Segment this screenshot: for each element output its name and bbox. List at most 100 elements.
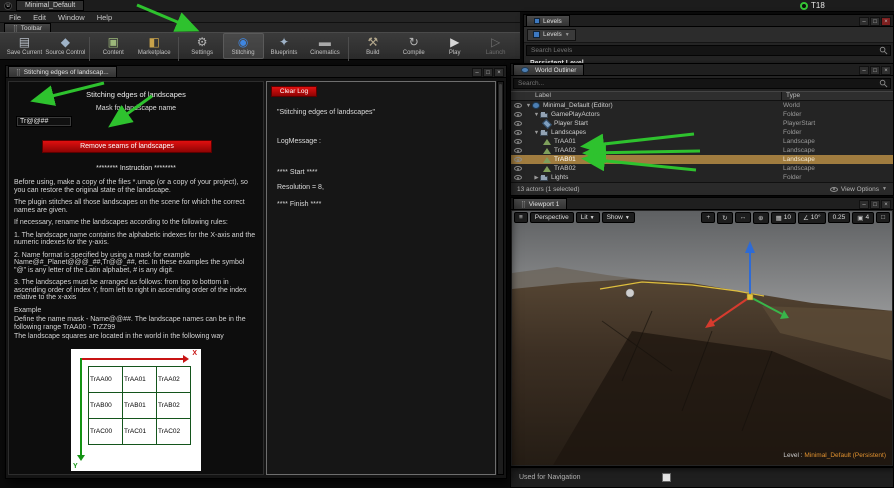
outliner-row-landscape[interactable]: TrAA01Landscape — [511, 137, 893, 146]
maximize-button[interactable]: □ — [870, 200, 880, 209]
minimize-button[interactable]: – — [859, 66, 869, 75]
outliner-row-folder[interactable]: ▶ LightsFolder — [511, 173, 893, 182]
outliner-row-landscape[interactable]: TrAB02Landscape — [511, 164, 893, 173]
levels-dropdown-button[interactable]: Levels ▼ — [527, 29, 576, 41]
expander-arrow-icon[interactable]: ▶ — [533, 175, 540, 181]
expander-arrow-icon[interactable]: ▼ — [533, 130, 540, 136]
grid-snap-button[interactable]: ▦10 — [771, 212, 796, 224]
translate-tool-button[interactable]: + — [701, 212, 715, 223]
clear-log-button[interactable]: Clear Log — [271, 86, 317, 97]
instruction-header: ******** Instruction ******** — [14, 165, 258, 172]
viewport-options-button[interactable]: ≡ — [514, 212, 528, 223]
outliner-header[interactable]: World Outliner – □ × — [511, 64, 893, 76]
outliner-row-folder[interactable]: ▼ LandscapesFolder — [511, 128, 893, 137]
window-titlebar[interactable]: u Minimal_Default — [0, 0, 894, 12]
maximize-button[interactable]: □ — [483, 68, 493, 77]
build-button[interactable]: ⚒Build — [352, 33, 393, 59]
visibility-eye-icon[interactable] — [514, 157, 522, 162]
marketplace-button[interactable]: ◧Marketplace — [134, 33, 175, 59]
used-for-navigation-checkbox[interactable] — [662, 473, 671, 482]
grip-icon: ⣿ — [521, 200, 526, 208]
grid-snap-value: 10 — [784, 214, 791, 221]
expander-arrow-icon[interactable]: ▼ — [525, 103, 532, 109]
visibility-eye-icon[interactable] — [514, 139, 522, 144]
outliner-column-headers[interactable]: Label Type — [511, 91, 893, 101]
outliner-tab[interactable]: World Outliner — [513, 64, 584, 75]
world-space-button[interactable]: ⊕ — [753, 212, 768, 224]
perspective-button[interactable]: Perspective — [530, 212, 574, 223]
scrollbar[interactable] — [497, 81, 504, 475]
maximize-button[interactable]: □ — [870, 17, 880, 26]
cinematics-button[interactable]: ▬Cinematics — [304, 33, 345, 59]
lit-button[interactable]: Lit▼ — [576, 212, 600, 223]
row-label: Minimal_Default (Editor) — [543, 102, 613, 109]
outliner-row-actor[interactable]: Player StartPlayerStart — [511, 119, 893, 128]
stitching-window-header[interactable]: ⣿ Stitching edges of landscap... – □ × — [6, 66, 506, 78]
minimize-button[interactable]: – — [472, 68, 482, 77]
instruction-paragraph: The plugin stitches all those landscapes… — [14, 199, 258, 214]
outliner-row-folder[interactable]: ▼ GamePlayActorsFolder — [511, 110, 893, 119]
remove-seams-button[interactable]: Remove seams of landscapes — [42, 140, 212, 153]
maximize-button[interactable]: □ — [870, 66, 880, 75]
stitching-window-tab[interactable]: ⣿ Stitching edges of landscap... — [8, 66, 117, 77]
view-options-label: View Options — [841, 186, 879, 193]
label-column-header[interactable]: Label — [511, 92, 781, 100]
menu-window[interactable]: Window — [53, 13, 90, 22]
outliner-row-world[interactable]: ▼ Minimal_Default (Editor)World — [511, 101, 893, 110]
visibility-eye-icon[interactable] — [514, 121, 522, 126]
launch-button[interactable]: ▷Launch — [475, 33, 516, 59]
scale-snap-button[interactable]: 0.25 — [828, 212, 851, 223]
close-button[interactable]: × — [881, 200, 891, 209]
rotate-tool-button[interactable]: ↻ — [717, 212, 732, 224]
angle-snap-button[interactable]: ∠10° — [798, 212, 826, 224]
levels-search-input[interactable] — [527, 47, 879, 54]
expander-arrow-icon[interactable]: ▼ — [533, 112, 540, 118]
minimize-button[interactable]: – — [859, 200, 869, 209]
menu-help[interactable]: Help — [92, 13, 117, 22]
type-column-header[interactable]: Type — [781, 92, 893, 100]
viewport-header[interactable]: ⣿ Viewport 1 – □ × — [511, 198, 893, 210]
eye-icon — [830, 187, 838, 192]
save-current-button[interactable]: ▤Save Current — [4, 33, 45, 59]
close-button[interactable]: × — [881, 66, 891, 75]
levels-panel-header[interactable]: Levels – □ × — [524, 15, 893, 27]
viewport-snap-controls: + ↻ ↔ ⊕ ▦10 ∠10° 0.25 ▣4 □ — [701, 212, 890, 224]
close-button[interactable]: × — [494, 68, 504, 77]
visibility-eye-icon[interactable] — [514, 103, 522, 108]
minimize-button[interactable]: – — [859, 17, 869, 26]
visibility-eye-icon[interactable] — [514, 148, 522, 153]
view-options-button[interactable]: View Options ▼ — [830, 186, 887, 193]
levels-tab[interactable]: Levels — [526, 15, 570, 26]
compile-button[interactable]: ↻Compile — [393, 33, 434, 59]
angle-snap-value: 10° — [811, 214, 821, 221]
menu-file[interactable]: File — [4, 13, 26, 22]
viewport-tab[interactable]: ⣿ Viewport 1 — [513, 198, 567, 209]
settings-button[interactable]: ⚙Settings — [182, 33, 223, 59]
outliner-row-landscape-selected[interactable]: TrAB01Landscape — [511, 155, 893, 164]
source-control-button[interactable]: ◆Source Control — [45, 33, 86, 59]
outliner-row-landscape[interactable]: TrAA02Landscape — [511, 146, 893, 155]
visibility-eye-icon[interactable] — [514, 130, 522, 135]
blueprints-button[interactable]: ✦Blueprints — [264, 33, 305, 59]
levels-icon — [534, 18, 540, 24]
log-line: Resolution = 8, — [277, 184, 491, 191]
close-button[interactable]: × — [881, 17, 891, 26]
show-button[interactable]: Show▼ — [602, 212, 635, 223]
menu-edit[interactable]: Edit — [28, 13, 51, 22]
outliner-search-input[interactable] — [514, 80, 879, 87]
viewport-3d-view[interactable]: ≡ Perspective Lit▼ Show▼ + ↻ ↔ ⊕ ▦10 ∠10… — [512, 211, 892, 465]
maximize-viewport-button[interactable]: □ — [876, 212, 890, 223]
camera-speed-button[interactable]: ▣4 — [852, 212, 874, 224]
visibility-eye-icon[interactable] — [514, 112, 522, 117]
visibility-eye-icon[interactable] — [514, 166, 522, 171]
content-button[interactable]: ▣Content — [93, 33, 134, 59]
visibility-eye-icon[interactable] — [514, 175, 522, 180]
session-badge: T18 — [800, 1, 825, 10]
stitching-button[interactable]: ◉Stitching — [223, 33, 264, 59]
scale-tool-button[interactable]: ↔ — [735, 212, 752, 223]
mask-input[interactable] — [16, 116, 72, 127]
play-button[interactable]: ▶Play — [434, 33, 475, 59]
move-icon: + — [706, 214, 710, 221]
scrollbar-thumb[interactable] — [499, 84, 502, 130]
toolbar-tab[interactable]: ⣿ Toolbar — [4, 23, 51, 32]
